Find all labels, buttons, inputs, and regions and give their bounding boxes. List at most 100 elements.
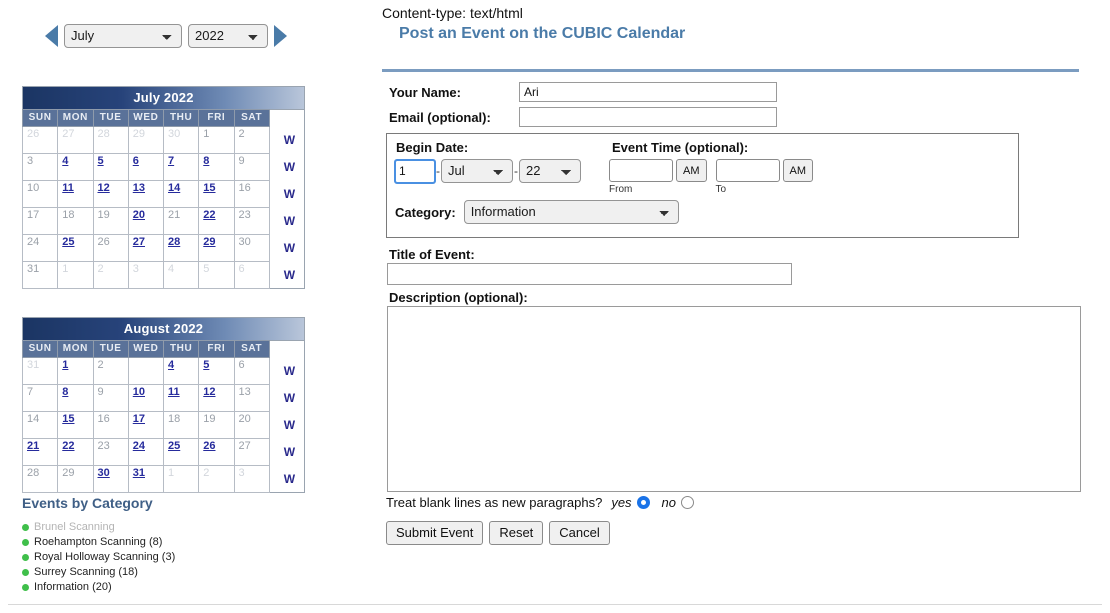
calendar-day-cell[interactable]: 25 xyxy=(58,235,93,262)
time-to-ampm-button[interactable]: AM xyxy=(783,159,814,182)
category-legend-item[interactable]: Information (20) xyxy=(22,580,322,595)
calendar-july: July 2022SUNMONTUEWEDTHUFRISAT2627282930… xyxy=(22,86,305,289)
calendar-week-row: 3456789W xyxy=(23,154,305,181)
previous-month-arrow-icon[interactable] xyxy=(45,25,58,47)
title-of-event-label: Title of Event: xyxy=(389,247,475,262)
calendar-day-cell[interactable]: 12 xyxy=(93,181,128,208)
reset-button[interactable]: Reset xyxy=(489,521,543,545)
calendar-day-cell[interactable]: 6 xyxy=(128,154,163,181)
calendar-day-cell[interactable]: 1 xyxy=(58,358,93,385)
week-view-link[interactable]: W xyxy=(269,262,304,289)
category-row: Category: Information xyxy=(395,200,679,224)
calendar-day-cell[interactable]: 31 xyxy=(128,466,163,493)
category-label: Surrey Scanning (18) xyxy=(34,565,138,579)
category-label: Roehampton Scanning (8) xyxy=(34,535,162,549)
calendar-day-cell[interactable]: 21 xyxy=(23,439,58,466)
category-dot-icon xyxy=(22,554,29,561)
week-view-link[interactable]: W xyxy=(269,466,304,493)
description-textarea[interactable] xyxy=(387,306,1081,492)
name-row: Your Name: xyxy=(389,82,777,102)
calendar-day-cell[interactable]: 26 xyxy=(199,439,234,466)
calendar-day-cell[interactable]: 13 xyxy=(128,181,163,208)
week-view-link[interactable]: W xyxy=(269,235,304,262)
begin-year-select[interactable]: 22 xyxy=(519,159,581,183)
paragraph-yes-label: yes xyxy=(611,495,631,510)
cancel-button[interactable]: Cancel xyxy=(549,521,609,545)
calendar-day-cell[interactable]: 15 xyxy=(58,412,93,439)
calendar-day-cell[interactable]: 22 xyxy=(58,439,93,466)
paragraph-no-radio[interactable] xyxy=(681,496,694,509)
category-select[interactable]: Information xyxy=(464,200,679,224)
begin-month-select[interactable]: Jul xyxy=(441,159,513,183)
calendar-day-cell[interactable]: 10 xyxy=(128,385,163,412)
time-from-input[interactable] xyxy=(609,159,673,182)
calendar-day-cell: 2 xyxy=(93,358,128,385)
calendar-day-cell[interactable]: 11 xyxy=(164,385,199,412)
week-view-link[interactable]: W xyxy=(269,181,304,208)
calendar-day-cell[interactable]: 3 xyxy=(128,358,163,385)
day-of-week-header: SAT xyxy=(234,110,269,127)
week-view-link[interactable]: W xyxy=(269,208,304,235)
next-month-arrow-icon[interactable] xyxy=(274,25,287,47)
week-view-link[interactable]: W xyxy=(269,127,304,154)
begin-day-input[interactable] xyxy=(395,160,435,183)
calendar-day-cell[interactable]: 29 xyxy=(199,235,234,262)
calendar-day-cell: 31 xyxy=(23,358,58,385)
calendar-day-cell[interactable]: 5 xyxy=(199,358,234,385)
calendar-day-cell: 3 xyxy=(128,262,163,289)
submit-event-button[interactable]: Submit Event xyxy=(386,521,483,545)
year-select[interactable]: 2022 xyxy=(188,24,268,48)
calendar-day-cell: 4 xyxy=(164,262,199,289)
time-to-input[interactable] xyxy=(716,159,780,182)
category-legend-item[interactable]: Roehampton Scanning (8) xyxy=(22,535,322,550)
calendar-day-cell[interactable]: 28 xyxy=(164,235,199,262)
calendar-day-cell[interactable]: 4 xyxy=(164,358,199,385)
day-of-week-header: SUN xyxy=(23,341,58,358)
calendar-day-cell[interactable]: 24 xyxy=(128,439,163,466)
category-legend-item[interactable]: Surrey Scanning (18) xyxy=(22,565,322,580)
email-input[interactable] xyxy=(519,107,777,127)
calendar-day-cell[interactable]: 11 xyxy=(58,181,93,208)
calendar-day-cell[interactable]: 17 xyxy=(128,412,163,439)
day-of-week-header: FRI xyxy=(199,341,234,358)
calendar-day-cell[interactable]: 15 xyxy=(199,181,234,208)
calendar-day-cell: 26 xyxy=(23,127,58,154)
week-view-link[interactable]: W xyxy=(269,358,304,385)
category-label: Category: xyxy=(395,205,456,220)
page-root: July 2022 July 2022SUNMONTUEWEDTHUFRISAT… xyxy=(0,0,1110,613)
calendar-day-cell: 28 xyxy=(23,466,58,493)
category-dot-icon xyxy=(22,584,29,591)
category-label: Brunel Scanning xyxy=(34,520,115,534)
calendar-day-cell[interactable]: 8 xyxy=(58,385,93,412)
calendar-day-cell[interactable]: 8 xyxy=(199,154,234,181)
day-of-week-header: FRI xyxy=(199,110,234,127)
calendar-day-cell[interactable]: 5 xyxy=(93,154,128,181)
calendar-day-cell[interactable]: 25 xyxy=(164,439,199,466)
time-from-ampm-button[interactable]: AM xyxy=(676,159,707,182)
calendar-day-cell[interactable]: 7 xyxy=(164,154,199,181)
calendar-day-cell[interactable]: 27 xyxy=(128,235,163,262)
calendar-day-cell: 9 xyxy=(234,154,269,181)
calendar-day-cell[interactable]: 4 xyxy=(58,154,93,181)
name-input[interactable] xyxy=(519,82,777,102)
week-view-link[interactable]: W xyxy=(269,385,304,412)
calendar-day-cell[interactable]: 14 xyxy=(164,181,199,208)
calendar-day-cell[interactable]: 22 xyxy=(199,208,234,235)
week-view-link[interactable]: W xyxy=(269,412,304,439)
title-of-event-input[interactable] xyxy=(387,263,792,285)
calendar-day-cell: 7 xyxy=(23,385,58,412)
calendar-day-cell[interactable]: 12 xyxy=(199,385,234,412)
paragraph-yes-radio[interactable] xyxy=(637,496,650,509)
month-select[interactable]: July xyxy=(64,24,182,48)
calendar-day-cell[interactable]: 30 xyxy=(93,466,128,493)
calendar-day-cell: 20 xyxy=(234,412,269,439)
calendar-day-cell[interactable]: 20 xyxy=(128,208,163,235)
paragraph-yes-option[interactable]: yes xyxy=(611,495,649,510)
week-view-link[interactable]: W xyxy=(269,439,304,466)
week-view-link[interactable]: W xyxy=(269,154,304,181)
category-legend-item[interactable]: Brunel Scanning xyxy=(22,520,322,535)
events-by-category: Events by Category Brunel ScanningRoeham… xyxy=(22,495,322,595)
category-legend-item[interactable]: Royal Holloway Scanning (3) xyxy=(22,550,322,565)
paragraph-no-option[interactable]: no xyxy=(662,495,694,510)
header-divider xyxy=(382,69,1079,72)
